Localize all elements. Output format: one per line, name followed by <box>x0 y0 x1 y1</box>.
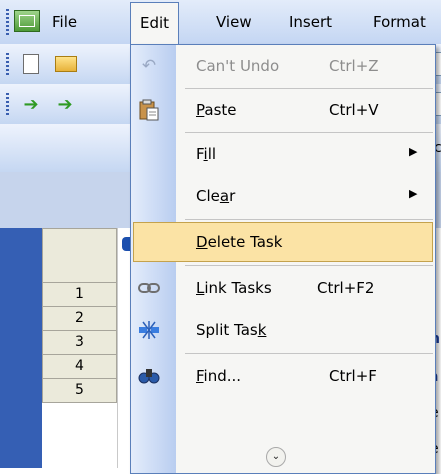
menu-item-label: Clear <box>196 187 236 205</box>
find-icon <box>137 364 161 388</box>
row-header[interactable]: 2 <box>42 307 117 331</box>
row-number: 3 <box>75 334 84 350</box>
forward-arrow-icon[interactable]: ➔ <box>54 93 76 115</box>
menu-item-label: Split Task <box>196 321 267 339</box>
submenu-arrow-icon: ▶ <box>409 145 418 158</box>
menu-item-delete-task[interactable]: Delete Task <box>133 222 433 262</box>
toolbar-grip[interactable] <box>6 53 9 75</box>
menu-separator <box>185 88 433 89</box>
undo-icon: ↶ <box>141 56 157 76</box>
menu-view-label: View <box>216 13 252 31</box>
open-folder-icon[interactable] <box>55 53 77 75</box>
menu-item-split-task[interactable]: Split Task <box>133 310 433 350</box>
menu-item-find[interactable]: Find... Ctrl+F <box>133 356 433 396</box>
menu-item-label: Fill <box>196 145 217 163</box>
row-number: 2 <box>75 310 84 326</box>
new-document-icon[interactable] <box>20 53 42 75</box>
row-header[interactable]: 3 <box>42 331 117 355</box>
select-all-cell[interactable] <box>42 228 117 283</box>
menu-item-clear[interactable]: Clear ▶ <box>133 176 433 216</box>
toolbar-grip[interactable] <box>6 93 9 115</box>
menu-format[interactable]: Format <box>373 12 426 32</box>
menu-edit-label: Edit <box>140 14 170 32</box>
menu-bar: File Edit View Insert Format <box>0 0 441 44</box>
menu-separator <box>185 353 433 354</box>
menu-insert[interactable]: Insert <box>289 12 332 32</box>
menu-separator <box>185 132 433 133</box>
paste-icon <box>137 98 161 122</box>
menubar-grip[interactable] <box>6 9 9 35</box>
menu-item-label: Find... <box>196 367 242 385</box>
menu-item-label: Link Tasks <box>196 279 272 297</box>
back-arrow-icon[interactable]: ➔ <box>20 93 42 115</box>
menu-item-fill[interactable]: Fill ▶ <box>133 134 433 174</box>
menu-view[interactable]: View <box>216 12 252 32</box>
menu-item-label: Delete Task <box>196 233 283 251</box>
menu-item-shortcut: Ctrl+Z <box>329 57 379 75</box>
menu-item-label: Paste <box>196 101 237 119</box>
app-icon[interactable] <box>14 10 40 32</box>
link-icon <box>137 276 161 300</box>
edit-menu: ↶ Can't Undo Ctrl+Z Paste Ctrl+V Fill ▶ … <box>130 44 436 474</box>
menu-file-label: File <box>52 13 78 31</box>
menu-separator <box>185 219 433 220</box>
indicator-icon <box>122 237 130 251</box>
row-header[interactable]: 5 <box>42 379 117 403</box>
row-header[interactable]: 4 <box>42 355 117 379</box>
menu-insert-label: Insert <box>289 13 333 31</box>
row-number: 4 <box>75 358 84 374</box>
view-strip[interactable] <box>0 228 42 468</box>
submenu-arrow-icon: ▶ <box>409 187 418 200</box>
menu-separator <box>185 265 433 266</box>
menu-item-shortcut: Ctrl+V <box>329 101 379 119</box>
menu-item-undo[interactable]: ↶ Can't Undo Ctrl+Z <box>133 46 433 86</box>
menu-item-link-tasks[interactable]: Link Tasks Ctrl+F2 <box>133 268 433 308</box>
row-header[interactable]: 1 <box>42 283 117 307</box>
chevron-down-icon[interactable]: ⌄ <box>266 447 286 467</box>
row-number: 1 <box>75 286 84 302</box>
menu-file[interactable]: File <box>52 12 77 32</box>
menu-edit[interactable]: Edit <box>130 2 180 44</box>
menu-item-shortcut: Ctrl+F <box>329 367 377 385</box>
row-number: 5 <box>75 382 84 398</box>
menu-item-shortcut: Ctrl+F2 <box>317 279 375 297</box>
split-task-icon <box>137 318 161 342</box>
menu-format-label: Format <box>373 13 426 31</box>
menu-item-paste[interactable]: Paste Ctrl+V <box>133 90 433 130</box>
grid-column[interactable] <box>117 228 131 468</box>
menu-item-label: Can't Undo <box>196 57 280 75</box>
